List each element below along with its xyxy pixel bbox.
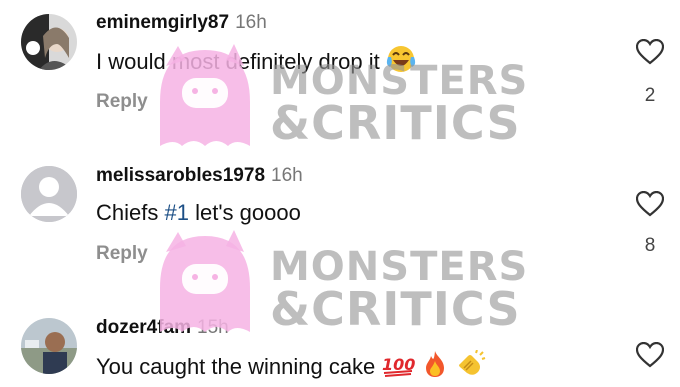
comment-timestamp: 16h: [271, 165, 303, 186]
comment-text: Chiefs #1 let's goooo: [96, 200, 301, 226]
like-count: 8: [644, 235, 656, 256]
comment-username[interactable]: melissarobles1978 16h: [96, 165, 303, 187]
like-heart-icon[interactable]: [635, 38, 665, 65]
monster-mascot-logo-icon: [150, 42, 260, 157]
comment-body-start: Chiefs: [96, 200, 165, 225]
reply-button[interactable]: Reply: [96, 243, 148, 265]
hundred-points-icon: 100: [381, 350, 416, 384]
comment-text: You caught the winning cake 100: [96, 349, 486, 384]
fire-icon: [422, 350, 448, 384]
reply-button[interactable]: Reply: [96, 91, 148, 113]
username-text[interactable]: eminemgirly87: [96, 12, 229, 33]
monster-mascot-logo-icon: [150, 228, 260, 343]
watermark-line-2: &CRITICS: [270, 282, 521, 336]
comment-timestamp: 16h: [235, 12, 267, 33]
user-avatar-default[interactable]: [21, 166, 77, 222]
watermark-line-2: &CRITICS: [270, 96, 521, 150]
username-text[interactable]: melissarobles1978: [96, 165, 265, 186]
comment-body-end: let's goooo: [188, 200, 301, 225]
user-avatar[interactable]: [21, 318, 77, 374]
like-heart-icon[interactable]: [635, 341, 665, 368]
user-avatar[interactable]: [21, 14, 77, 70]
hashtag-link[interactable]: #1: [164, 200, 188, 225]
like-heart-icon[interactable]: [635, 190, 665, 217]
clapping-hands-icon: [454, 349, 486, 384]
comment-body: You caught the winning cake: [96, 354, 376, 379]
like-count: 2: [644, 85, 656, 106]
comment-username[interactable]: eminemgirly87 16h: [96, 12, 267, 34]
